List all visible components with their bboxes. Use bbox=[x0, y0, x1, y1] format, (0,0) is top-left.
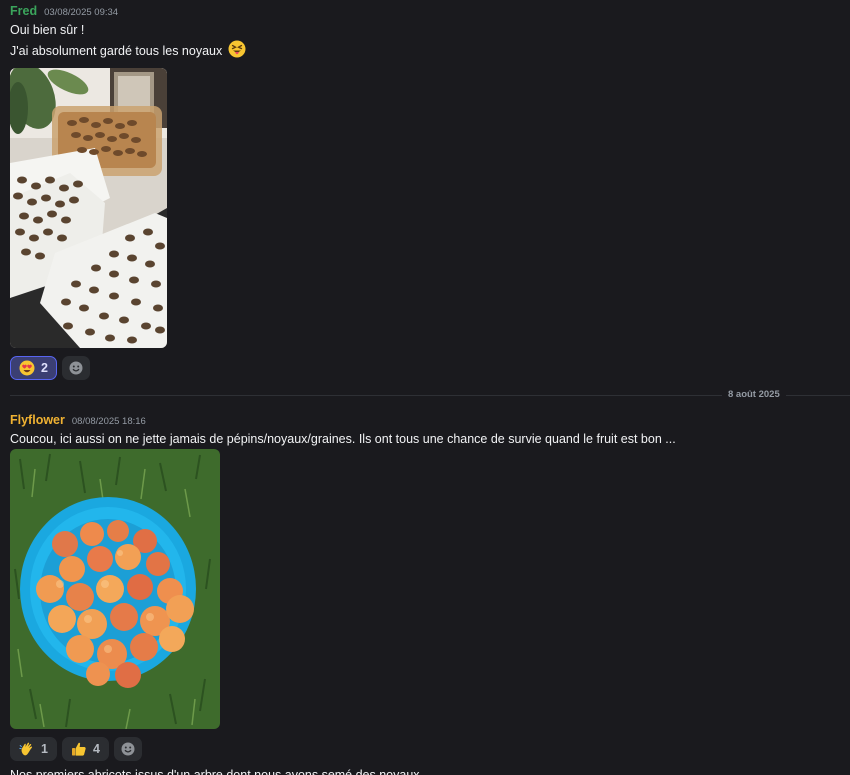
photo-apricot-pits-drying bbox=[10, 68, 167, 348]
message-header: Fred 03/08/2025 09:34 bbox=[10, 2, 246, 20]
thumbs-up-emoji-icon bbox=[71, 741, 87, 757]
reaction-bar: 1 4 bbox=[10, 737, 676, 761]
message-text-line: J'ai absolument gardé tous les noyaux bbox=[10, 40, 246, 64]
heart-eyes-emoji-icon bbox=[19, 360, 35, 376]
message-text: J'ai absolument gardé tous les noyaux bbox=[10, 44, 223, 58]
reaction-heart-eyes[interactable]: 2 bbox=[10, 356, 57, 380]
message-flyflower: Flyflower 08/08/2025 18:16 Coucou, ici a… bbox=[10, 411, 676, 775]
reaction-count: 1 bbox=[41, 742, 48, 756]
message-header: Flyflower 08/08/2025 18:16 bbox=[10, 411, 676, 429]
add-reaction-button[interactable] bbox=[113, 737, 142, 761]
author-name[interactable]: Fred bbox=[10, 2, 37, 20]
image-attachment[interactable] bbox=[10, 449, 220, 729]
smiley-add-icon bbox=[69, 361, 83, 375]
author-name[interactable]: Flyflower bbox=[10, 411, 65, 429]
add-reaction-button[interactable] bbox=[61, 356, 90, 380]
photo-apricots-blue-basket bbox=[10, 449, 220, 729]
chat-log: Fred 03/08/2025 09:34 Oui bien sûr ! J'a… bbox=[0, 0, 850, 775]
squinting-tongue-emoji-icon bbox=[228, 40, 246, 64]
message-text: Coucou, ici aussi on ne jette jamais de … bbox=[10, 432, 676, 446]
message-text: Oui bien sûr ! bbox=[10, 23, 85, 37]
reaction-count: 2 bbox=[41, 361, 48, 375]
smiley-add-icon bbox=[121, 742, 135, 756]
message-fred: Fred 03/08/2025 09:34 Oui bien sûr ! J'a… bbox=[10, 2, 246, 380]
date-divider-label: 8 août 2025 bbox=[722, 389, 786, 401]
reaction-count: 4 bbox=[92, 742, 100, 756]
image-attachment[interactable] bbox=[10, 68, 167, 348]
reaction-waving-hand[interactable]: 1 bbox=[10, 737, 57, 761]
waving-hand-emoji-icon bbox=[19, 741, 35, 757]
reaction-thumbs-up[interactable]: 4 bbox=[61, 737, 109, 761]
reaction-bar: 2 bbox=[10, 356, 246, 380]
message-text: Nos premiers abricots issus d'un arbre d… bbox=[10, 768, 420, 775]
